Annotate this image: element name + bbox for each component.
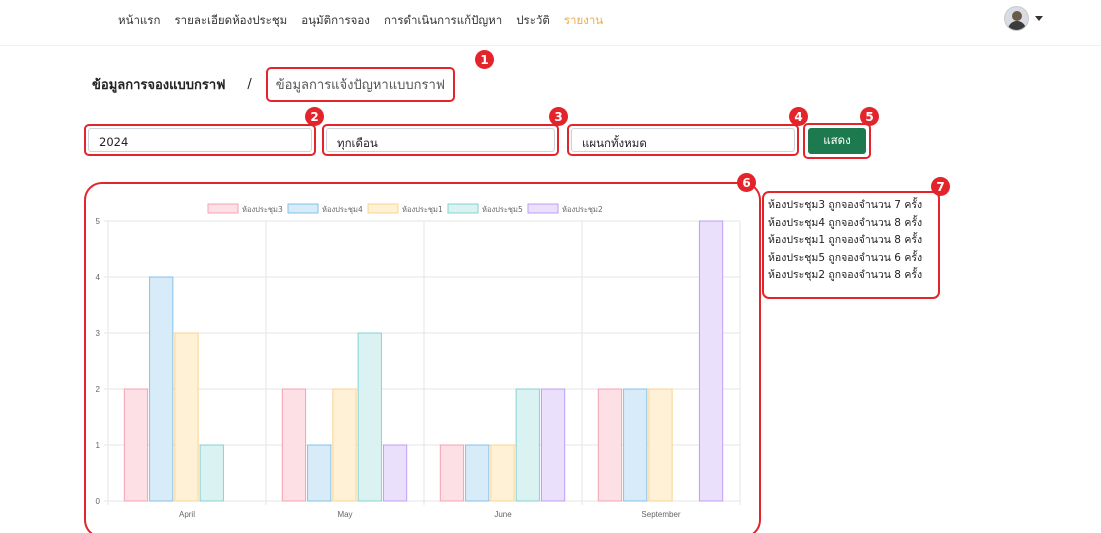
bar [465,444,490,502]
bar [490,444,515,502]
summary-line: ห้องประชุม2 ถูกจองจำนวน 8 ครั้ง [768,269,923,281]
legend-swatch [447,203,479,214]
x-tick-label: May [337,510,352,519]
bar [281,388,307,502]
bar [623,388,648,502]
bar [149,276,174,502]
summary-line: ห้องประชุม5 ถูกจองจำนวน 6 ครั้ง [768,251,923,264]
bar [698,220,724,502]
y-tick-label: 4 [96,273,101,282]
x-tick-label: June [494,510,512,519]
summary-line: ห้องประชุม4 ถูกจองจำนวน 8 ครั้ง [768,216,923,229]
bar [648,388,673,502]
bar [332,388,357,502]
y-tick-label: 2 [96,385,101,394]
bar [515,388,540,502]
y-tick-label: 3 [96,329,101,338]
bar [597,388,623,502]
bar [199,444,224,502]
summary-line: ห้องประชุม1 ถูกจองจำนวน 8 ครั้ง [768,234,923,246]
y-tick-label: 0 [96,497,101,506]
legend-swatch [367,203,399,214]
x-tick-label: September [641,510,680,519]
summary-line: ห้องประชุม3 ถูกจองจำนวน 7 ครั้ง [768,199,923,211]
legend-label: ห้องประชุม2 [562,205,603,214]
marker-badge-7: 7 [931,177,950,196]
y-tick-label: 5 [96,217,101,226]
legend-swatch [287,203,319,214]
booking-summary: ห้องประชุม3 ถูกจองจำนวน 7 ครั้ง ห้องประช… [762,191,940,299]
legend-label: ห้องประชุม3 [242,205,283,214]
legend-label: ห้องประชุม1 [402,205,443,214]
legend-label: ห้องประชุม5 [482,205,523,214]
bar [439,444,465,502]
legend-swatch [527,203,559,214]
bar [540,388,566,502]
y-tick-label: 1 [96,441,101,450]
marker-badge-6: 6 [737,173,756,192]
legend-label: ห้องประชุม4 [322,205,363,214]
bar [382,444,408,502]
bar [123,388,149,502]
bar [174,332,199,502]
legend-swatch [207,203,239,214]
bar [307,444,332,502]
x-tick-label: April [179,510,195,519]
bar [357,332,382,502]
